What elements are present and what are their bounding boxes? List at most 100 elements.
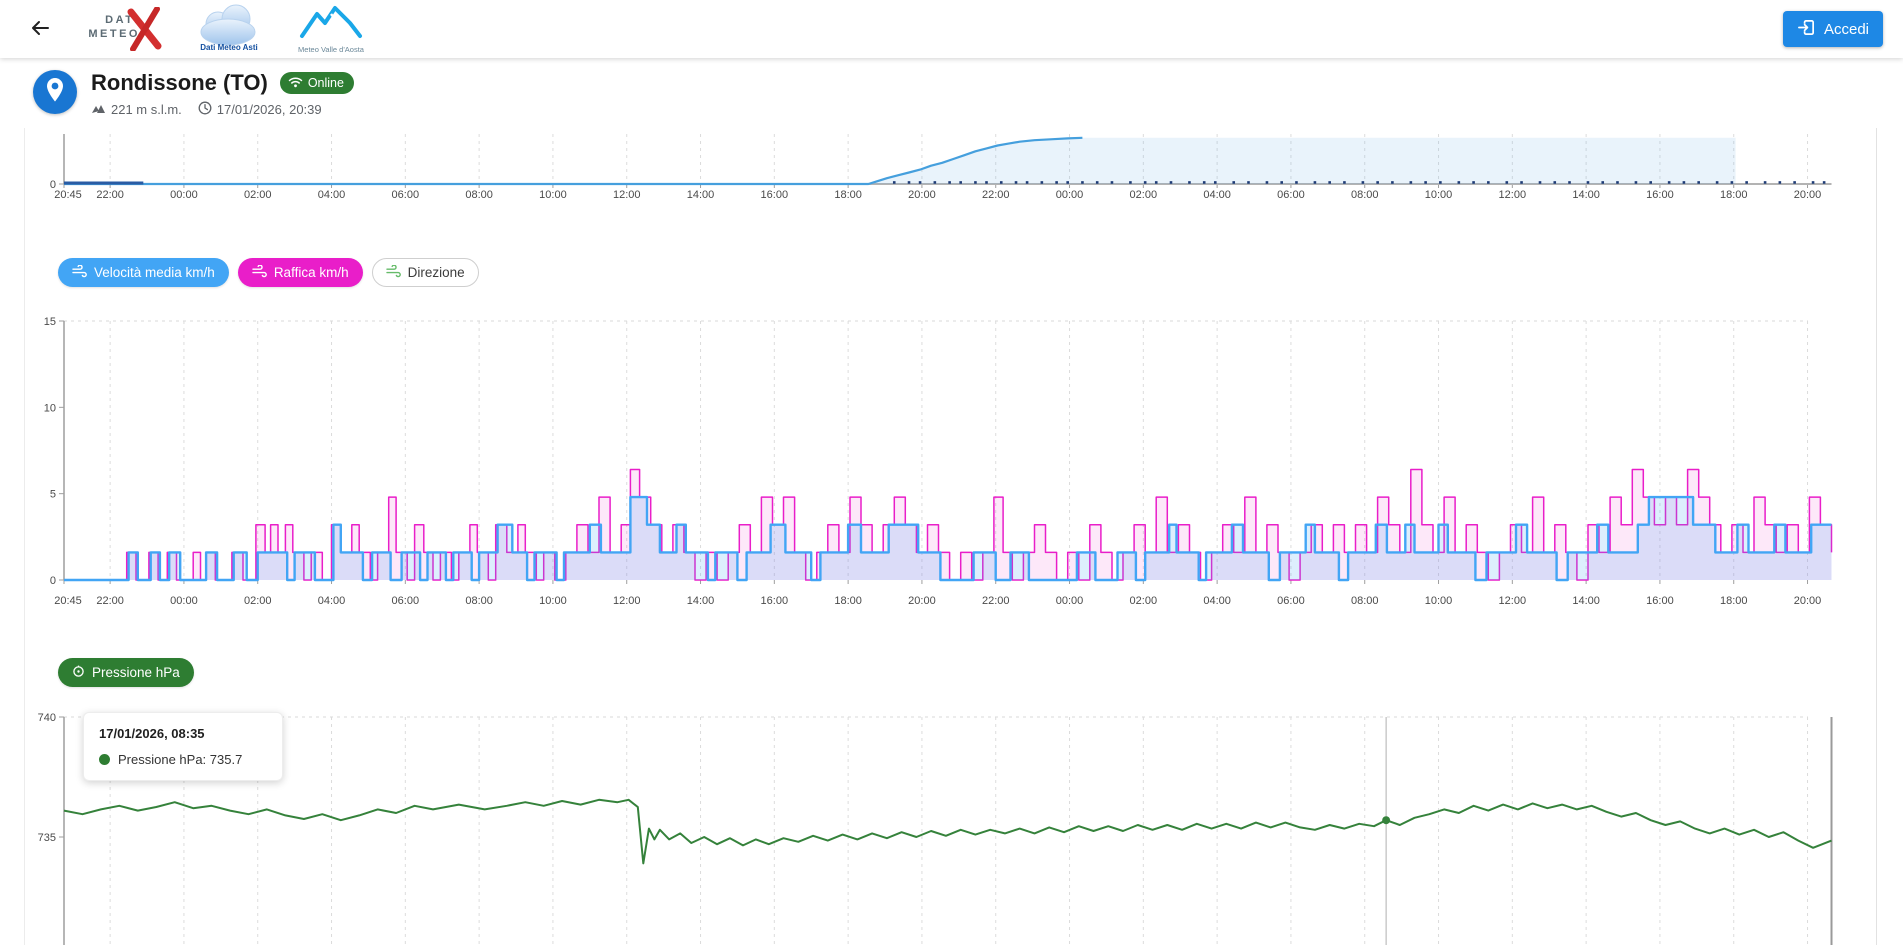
rain-rate-dot xyxy=(1188,181,1191,184)
rain-rate-dot xyxy=(1026,181,1029,184)
x-tick-label: 18:00 xyxy=(834,595,862,607)
dati-meteo-x-logo[interactable]: DATI METEO xyxy=(68,6,160,52)
rain-rate-dot xyxy=(1649,181,1652,184)
rain-rate-dot xyxy=(919,181,922,184)
legend-chip-pressure[interactable]: Pressione hPa xyxy=(58,658,194,687)
rain-rate-dot xyxy=(1362,181,1365,184)
x-tick-label: 08:00 xyxy=(1351,595,1379,607)
rain-rate-dot xyxy=(1170,181,1173,184)
x-tick-label: 08:00 xyxy=(465,189,493,201)
rain-rate-dot xyxy=(1111,181,1114,184)
online-status-badge: Online xyxy=(280,72,354,94)
y-tick-label: 740 xyxy=(38,712,56,724)
gauge-icon xyxy=(72,665,85,681)
rain-rate-dot xyxy=(1668,181,1671,184)
rain-rate-dot xyxy=(1391,181,1394,184)
rain-rate-dot xyxy=(1745,181,1748,184)
x-tick-label: 20:00 xyxy=(1794,189,1822,201)
x-tick-label: 04:00 xyxy=(318,595,346,607)
tooltip-timestamp: 17/01/2026, 08:35 xyxy=(99,726,267,741)
x-tick-label: 02:00 xyxy=(1130,595,1158,607)
x-tick-label: 06:00 xyxy=(1277,189,1305,201)
x-tick-label: 20:00 xyxy=(908,189,936,201)
legend-chip-label: Pressione hPa xyxy=(92,665,180,680)
login-label: Accedi xyxy=(1824,21,1869,38)
rain-rate-dot xyxy=(1779,181,1782,184)
rain-rate-dot xyxy=(1812,181,1815,184)
rain-rate-dot xyxy=(1343,181,1346,184)
back-button[interactable] xyxy=(20,9,60,49)
x-tick-label: 20:00 xyxy=(1794,595,1822,607)
rain-rate-dot xyxy=(1568,181,1571,184)
rain-rate-dot xyxy=(1520,181,1523,184)
rain-rate-dot xyxy=(1487,181,1490,184)
hover-point-dot xyxy=(1382,816,1390,824)
rain-rate-dot xyxy=(1587,181,1590,184)
logo-caption: Meteo Valle d'Aosta xyxy=(298,45,364,54)
x-tick-label: 02:00 xyxy=(244,595,272,607)
rain-cumulative-area xyxy=(64,138,1736,184)
x-tick-label: 18:00 xyxy=(834,189,862,201)
wind-icon xyxy=(386,265,401,281)
rain-rate-dot xyxy=(959,181,962,184)
x-tick-label: 14:00 xyxy=(687,595,715,607)
rain-rate-dot xyxy=(1214,181,1217,184)
x-tick-label: 22:00 xyxy=(982,189,1010,201)
rain-rate-dot xyxy=(1716,181,1719,184)
legend-chip-wind-direction[interactable]: Direzione xyxy=(372,258,479,287)
rain-rate-dot xyxy=(1066,181,1069,184)
x-tick-label: 12:00 xyxy=(1499,595,1527,607)
series-color-dot xyxy=(99,754,110,765)
logo-caption: Dati Meteo Asti xyxy=(200,43,258,52)
weather-station-page: DATI METEO Dati Meteo Asti xyxy=(0,0,1903,945)
x-tick-label: 16:00 xyxy=(761,189,789,201)
x-tick-label: 06:00 xyxy=(392,189,420,201)
x-tick-label: 22:00 xyxy=(96,189,124,201)
x-tick-label: 20:00 xyxy=(908,595,936,607)
x-tick-label: 10:00 xyxy=(1425,595,1453,607)
x-tick-label: 16:00 xyxy=(1646,595,1674,607)
rain-chart[interactable]: 20:4522:0000:0002:0004:0006:0008:0010:00… xyxy=(0,126,1903,210)
logo-meteo-valle-daosta[interactable]: Meteo Valle d'Aosta xyxy=(298,4,364,54)
x-tick-label: 22:00 xyxy=(982,595,1010,607)
rain-rate-dot xyxy=(1096,181,1099,184)
mountain-logo-icon xyxy=(298,4,364,47)
legend-chip-wind-avg[interactable]: Velocità media km/h xyxy=(58,258,229,287)
login-icon xyxy=(1797,18,1816,41)
pressure-chart[interactable]: 735740 xyxy=(0,700,1903,945)
x-tick-label: 12:00 xyxy=(613,595,641,607)
mountain-icon xyxy=(91,102,106,117)
rain-rate-dot xyxy=(1731,181,1734,184)
x-tick-label: 00:00 xyxy=(170,595,198,607)
rain-rate-dot xyxy=(1439,181,1442,184)
y-tick-label: 0 xyxy=(50,575,56,587)
chart-tooltip: 17/01/2026, 08:35 Pressione hPa: 735.7 xyxy=(83,712,283,781)
x-tick-label: 00:00 xyxy=(1056,189,1084,201)
x-tick-label: 18:00 xyxy=(1720,189,1748,201)
rain-rate-dot xyxy=(893,181,896,184)
pressure-line xyxy=(64,800,1832,864)
rain-rate-dot xyxy=(1247,181,1250,184)
rain-rate-dot xyxy=(1472,181,1475,184)
x-tick-label: 12:00 xyxy=(1499,189,1527,201)
legend-chip-wind-gust[interactable]: Raffica km/h xyxy=(238,258,363,287)
wind-icon xyxy=(252,265,267,281)
x-tick-label: 04:00 xyxy=(1203,189,1231,201)
x-tick-label: 22:00 xyxy=(96,595,124,607)
rain-rate-dot xyxy=(1266,181,1269,184)
login-button[interactable]: Accedi xyxy=(1783,11,1883,47)
logo-dati-meteo-asti[interactable]: Dati Meteo Asti xyxy=(196,4,262,54)
tooltip-value: Pressione hPa: 735.7 xyxy=(118,752,242,767)
x-tick-label: 14:00 xyxy=(1572,189,1600,201)
wind-chart[interactable]: 20:4522:0000:0002:0004:0006:0008:0010:00… xyxy=(0,300,1903,614)
legend-chip-label: Velocità media km/h xyxy=(94,265,215,280)
wifi-icon xyxy=(288,76,303,91)
x-tick-label: 16:00 xyxy=(761,595,789,607)
altitude-value: 221 m s.l.m. xyxy=(111,102,182,117)
x-tick-label: 08:00 xyxy=(465,595,493,607)
x-tick-label: 12:00 xyxy=(613,189,641,201)
rain-rate-dot xyxy=(1697,181,1700,184)
rain-rate-dot xyxy=(1616,181,1619,184)
rain-rate-dot xyxy=(1232,181,1235,184)
rain-rate-dot xyxy=(1601,181,1604,184)
